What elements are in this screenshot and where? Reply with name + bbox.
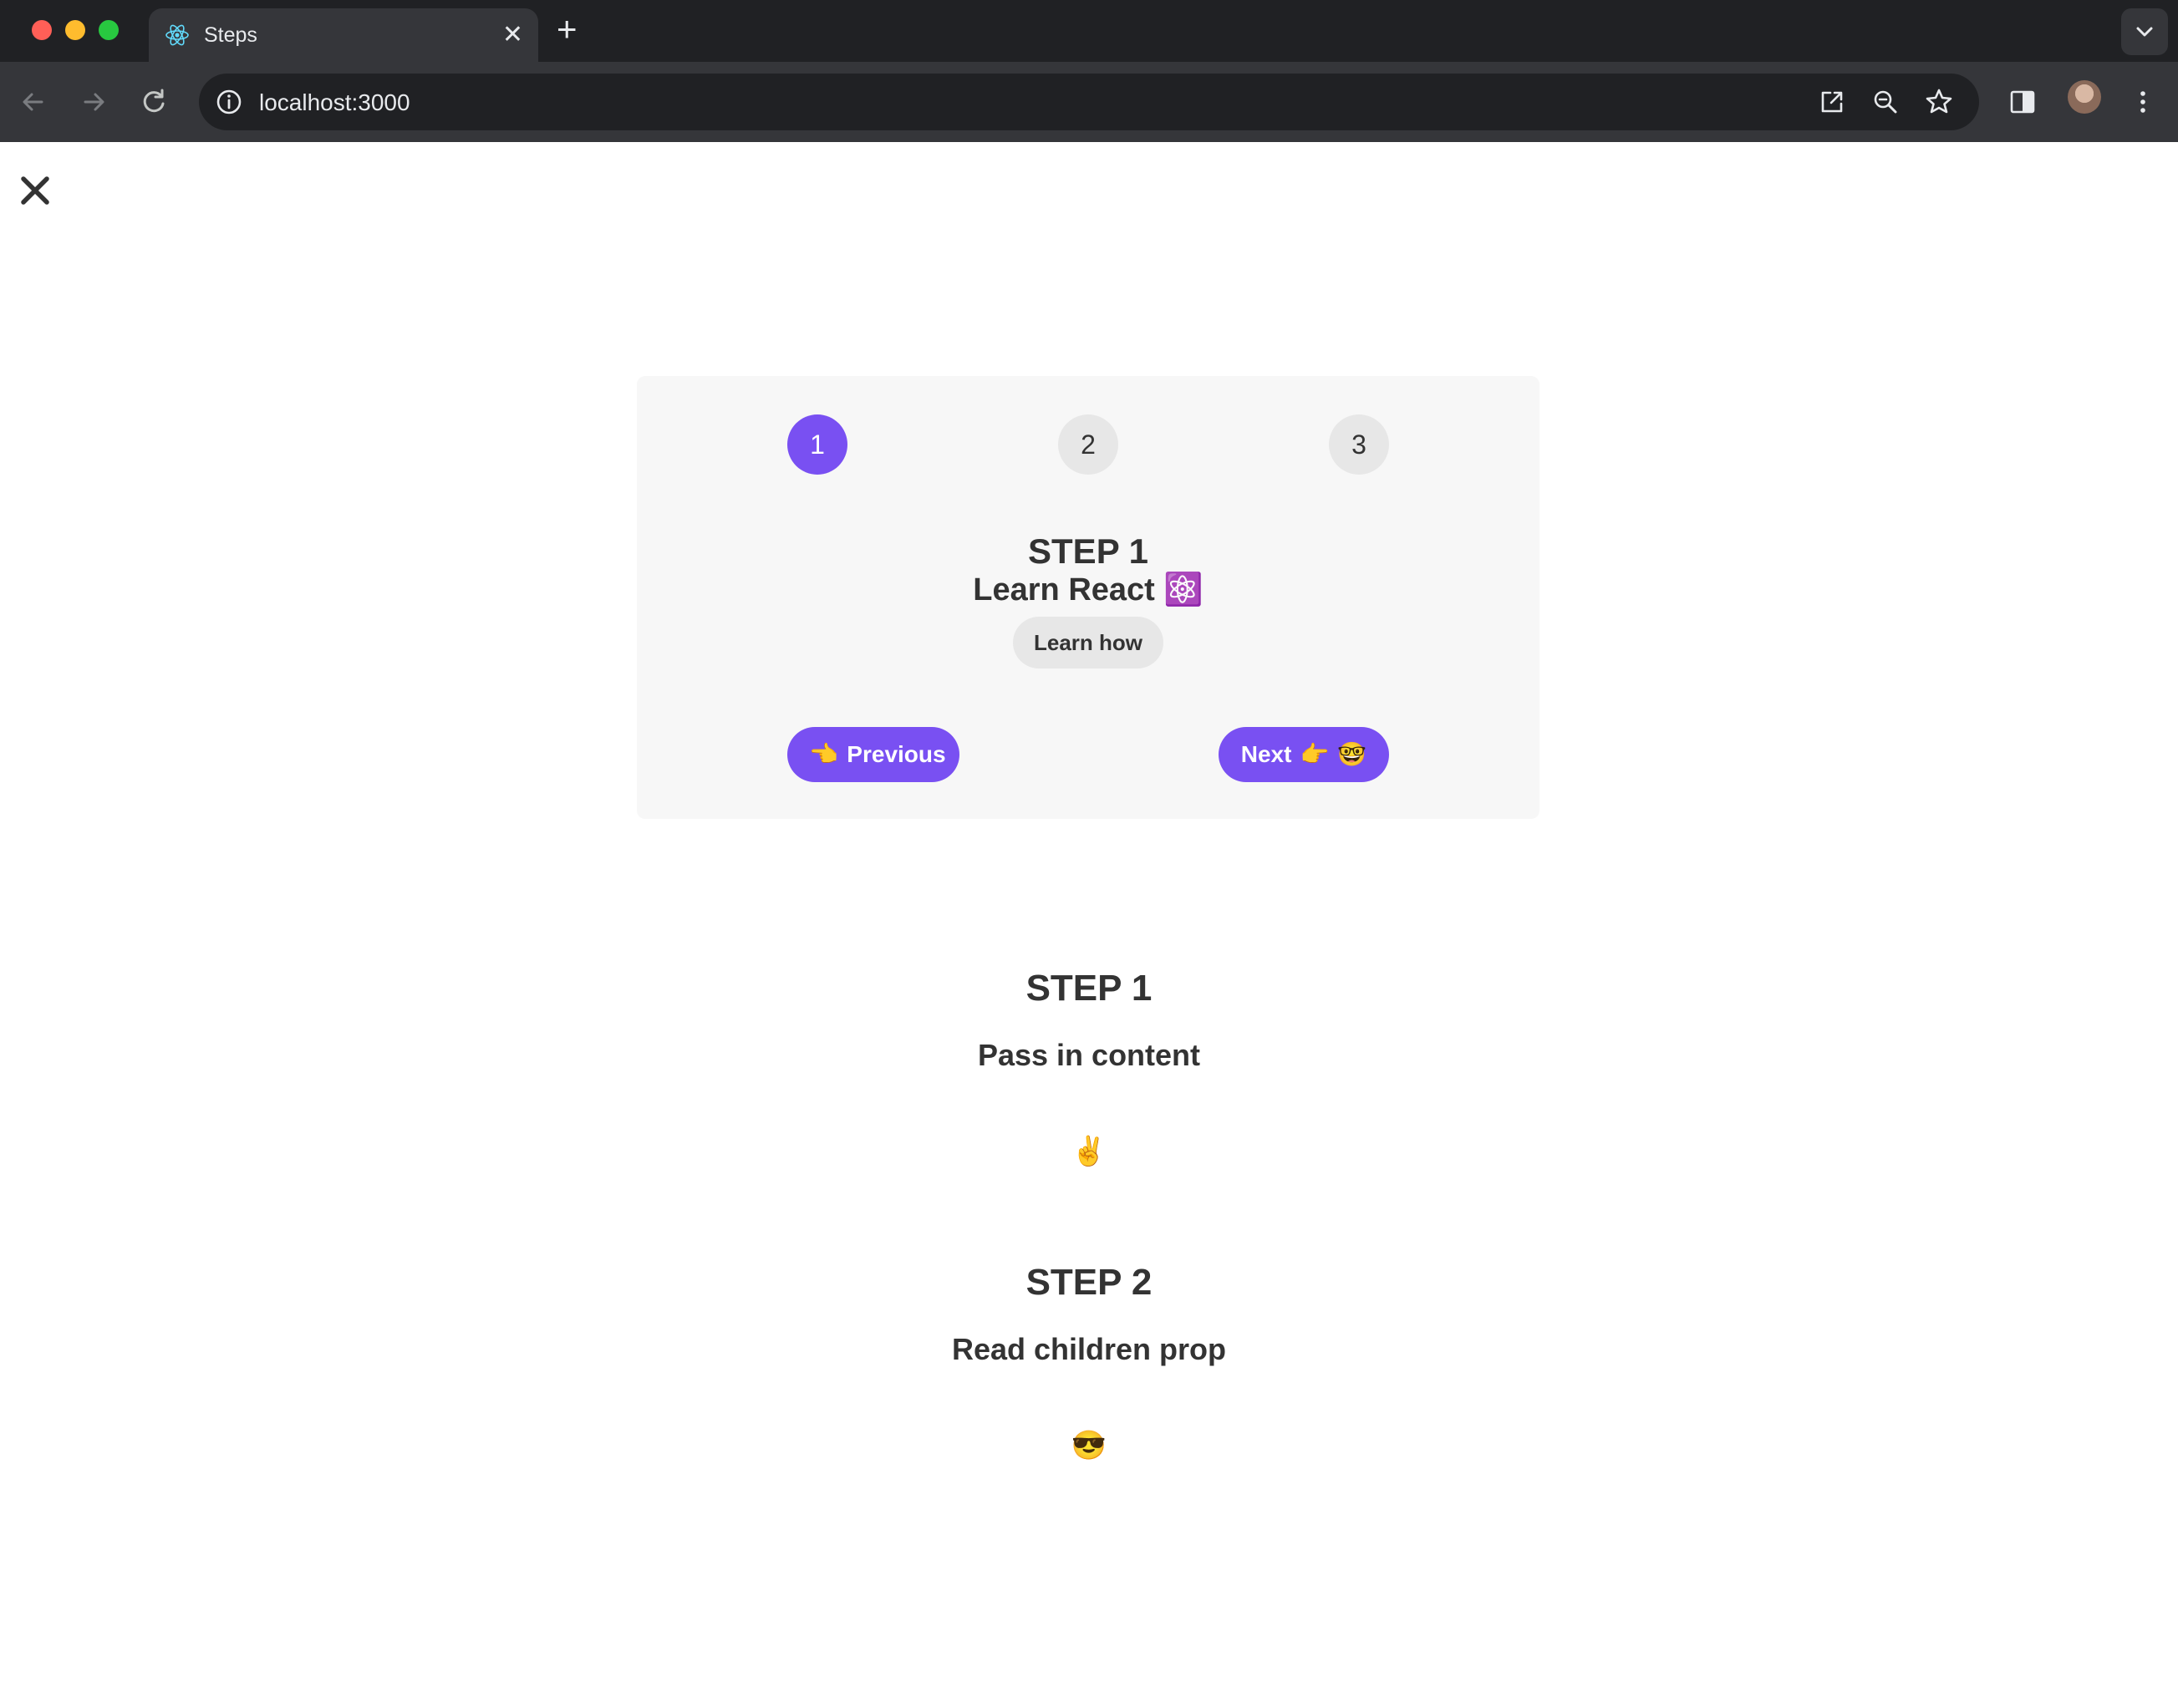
forward-icon[interactable] <box>75 84 112 120</box>
zoom-icon[interactable] <box>1869 85 1902 119</box>
new-tab-button[interactable]: + <box>557 12 578 47</box>
address-bar[interactable]: localhost:3000 <box>199 74 1979 130</box>
minimize-window-button[interactable] <box>65 20 85 40</box>
next-label: Next <box>1240 741 1292 767</box>
open-in-window-icon[interactable] <box>1815 85 1849 119</box>
back-icon[interactable] <box>15 84 52 120</box>
step-content: Learn React ⚛️ <box>973 572 1203 607</box>
message-1-text: Pass in content <box>977 1038 1201 1072</box>
tab-search-button[interactable] <box>2121 8 2168 55</box>
reload-icon[interactable] <box>135 84 172 120</box>
learn-how-button[interactable]: Learn how <box>1013 617 1163 668</box>
site-info-icon[interactable] <box>212 85 246 119</box>
step-number-1[interactable]: 1 <box>787 414 847 475</box>
step-title: STEP 1 <box>1028 531 1148 571</box>
nerd-face-icon: 🤓 <box>1337 741 1367 767</box>
side-panel-icon[interactable] <box>2004 84 2041 120</box>
steps-card: 1 2 3 STEP 1 Learn React ⚛️ Learn how 👈 P… <box>637 376 1539 819</box>
pointing-left-icon: 👈 <box>809 741 839 767</box>
message-2-title: STEP 2 <box>1025 1262 1153 1303</box>
previous-label: Previous <box>847 741 946 767</box>
bookmark-star-icon[interactable] <box>1922 85 1956 119</box>
close-window-button[interactable] <box>32 20 52 40</box>
victory-hand-icon: ✌️ <box>1071 1136 1107 1167</box>
pointing-right-icon: 👉 <box>1300 741 1330 767</box>
next-button[interactable]: Next 👉 🤓 <box>1219 727 1389 782</box>
step-number-3[interactable]: 3 <box>1329 414 1389 475</box>
url-text[interactable]: localhost:3000 <box>259 89 410 116</box>
previous-button[interactable]: 👈 Previous <box>787 727 959 782</box>
tab-title: Steps <box>204 23 257 47</box>
message-1-title: STEP 1 <box>1025 968 1153 1009</box>
more-menu-icon[interactable] <box>2125 84 2161 120</box>
browser-tab[interactable]: Steps ✕ <box>149 8 538 62</box>
sunglasses-face-icon: 😎 <box>1071 1430 1107 1461</box>
profile-avatar[interactable] <box>2068 80 2101 114</box>
browser-toolbar: localhost:3000 <box>0 62 2178 142</box>
browser-tab-bar: Steps ✕ + <box>0 0 2178 62</box>
chevron-down-icon <box>2136 27 2153 37</box>
maximize-window-button[interactable] <box>99 20 119 40</box>
react-icon <box>165 24 189 46</box>
step-number-2[interactable]: 2 <box>1058 414 1118 475</box>
page-content: 1 2 3 STEP 1 Learn React ⚛️ Learn how 👈 P… <box>0 142 2178 1708</box>
close-icon[interactable] <box>17 172 53 209</box>
tab-close-icon[interactable]: ✕ <box>502 20 523 50</box>
message-2-text: Read children prop <box>951 1332 1227 1366</box>
